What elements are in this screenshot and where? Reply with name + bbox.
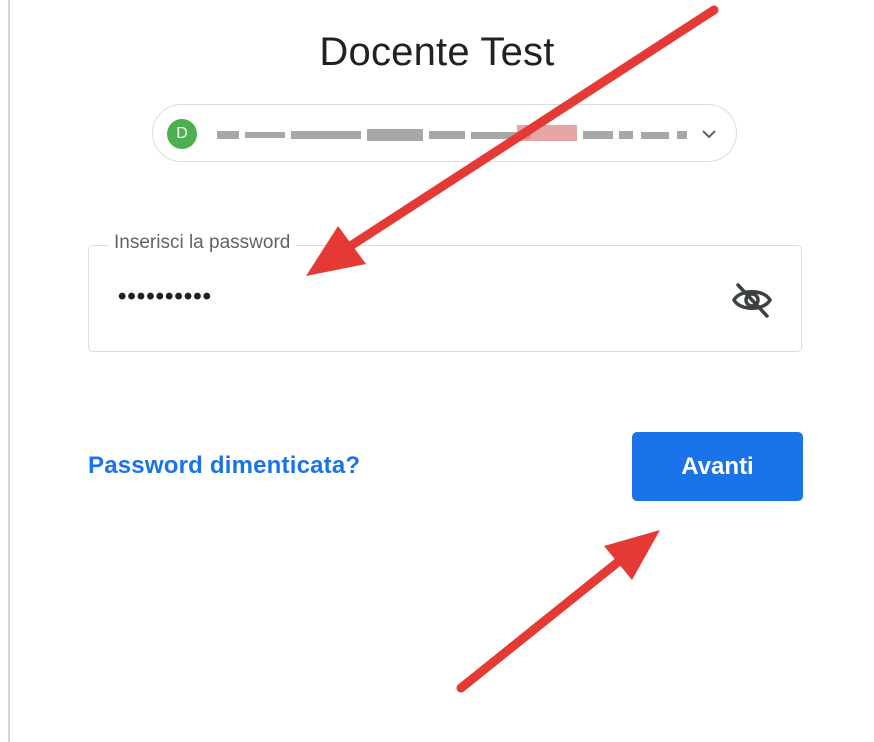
arrow-to-next-button	[456, 530, 660, 693]
password-input[interactable]: ••••••••••	[118, 283, 212, 311]
forgot-password-link[interactable]: Password dimenticata?	[88, 452, 360, 480]
password-field-label: Inserisci la password	[108, 232, 297, 254]
avatar: D	[167, 119, 197, 149]
account-chip[interactable]: D	[152, 104, 737, 162]
next-button[interactable]: Avanti	[632, 432, 803, 501]
page-title: Docente Test	[319, 30, 555, 74]
eye-off-icon[interactable]	[730, 280, 774, 320]
signin-page: Docente Test D Inserisci la password •••…	[0, 0, 874, 742]
chevron-down-icon[interactable]	[700, 125, 718, 143]
email-redacted	[217, 119, 695, 149]
left-divider	[8, 0, 10, 742]
